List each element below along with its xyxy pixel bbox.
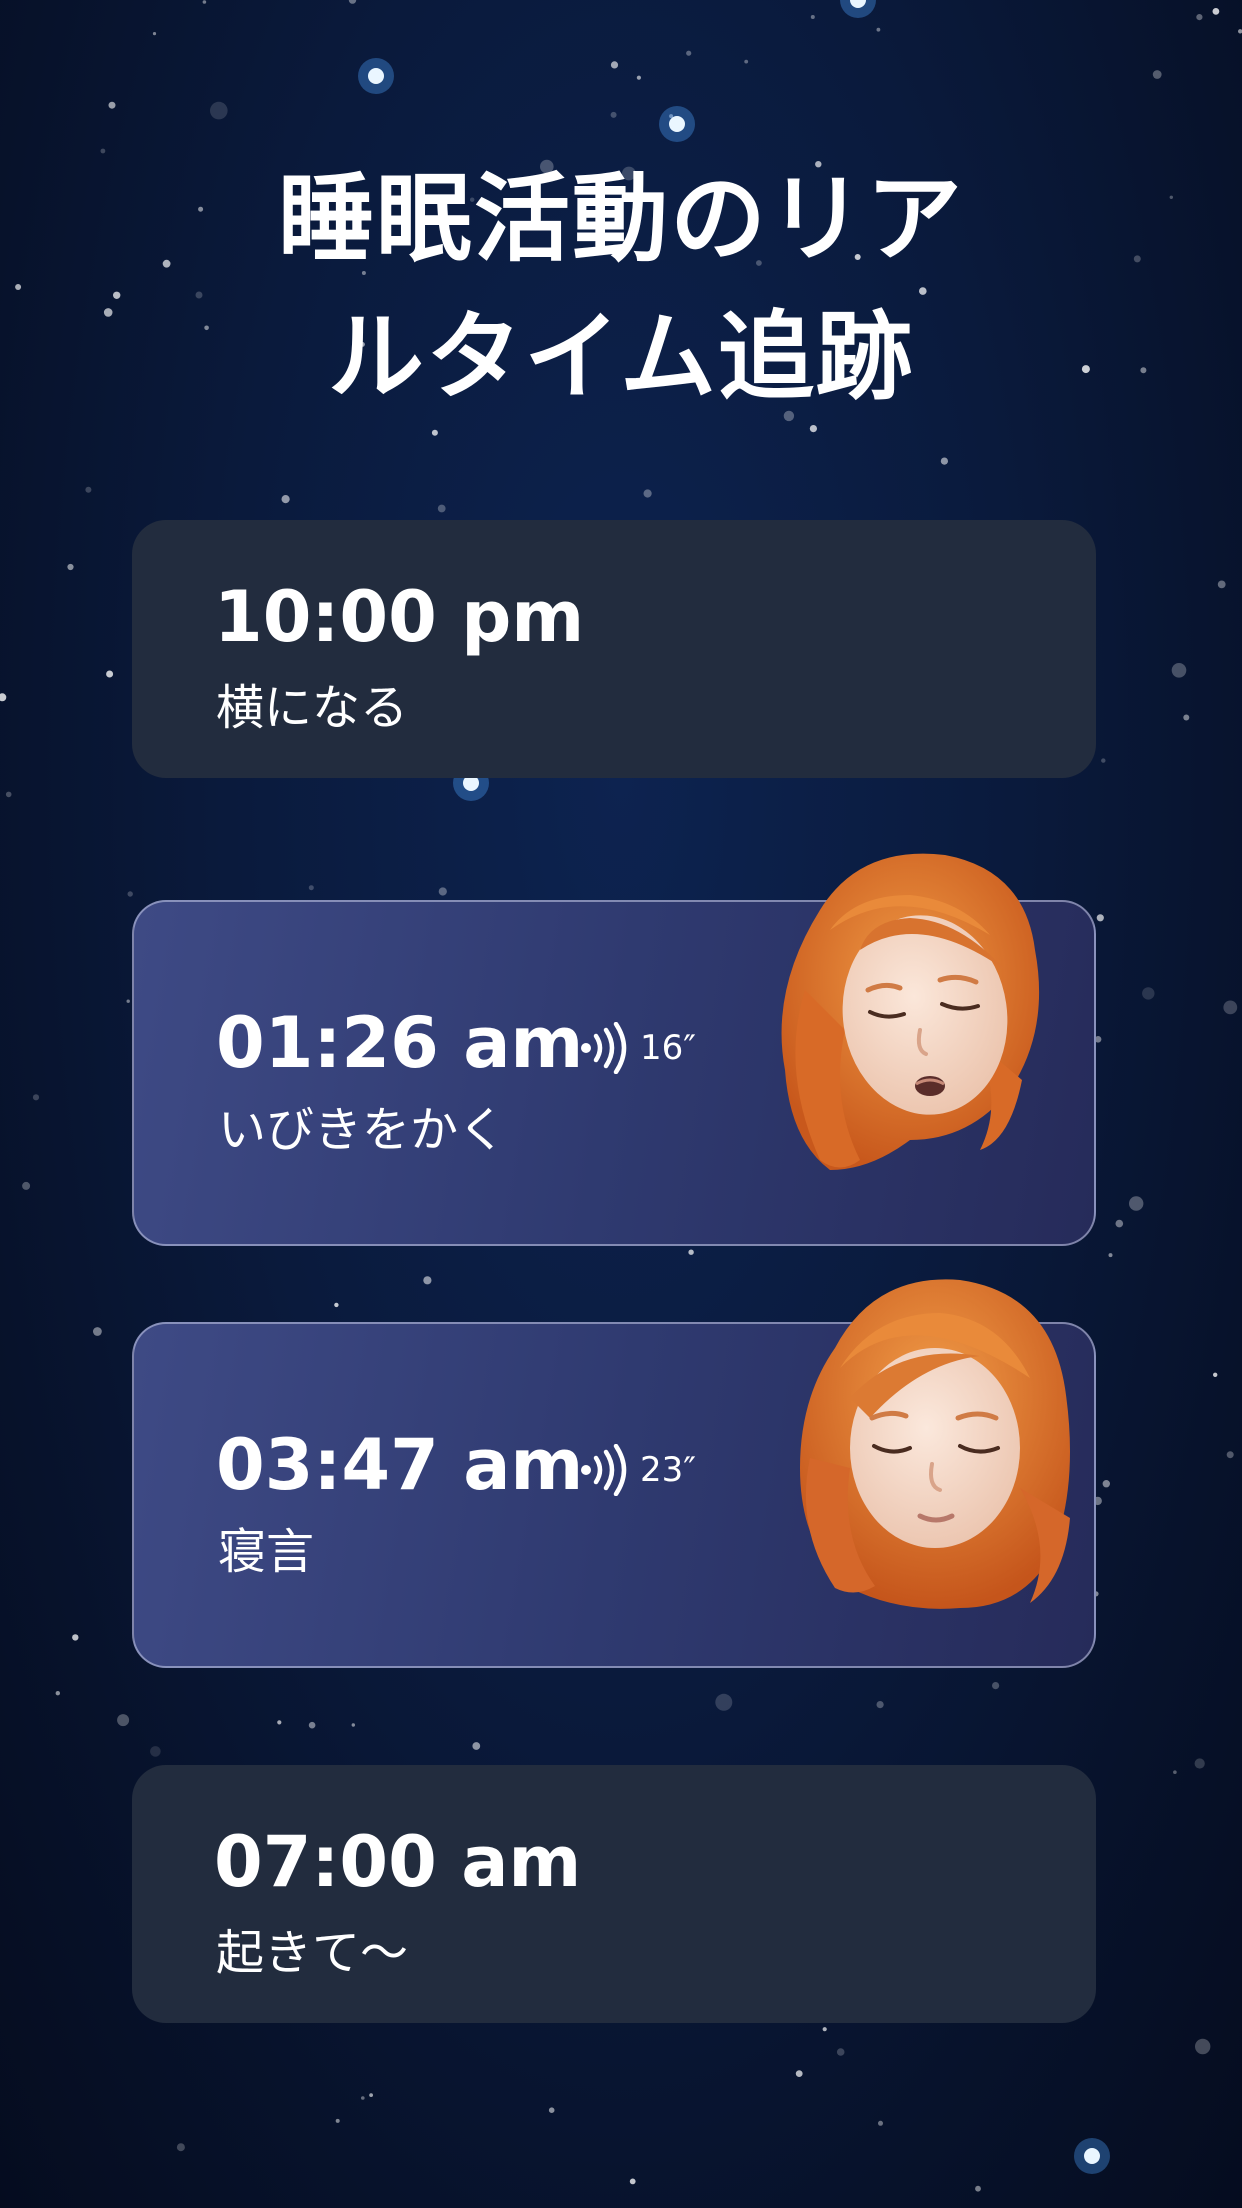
- star: [351, 1723, 355, 1727]
- event-time: 03:47 am: [216, 1424, 584, 1506]
- star: [1096, 914, 1104, 922]
- star: [1223, 1000, 1238, 1015]
- star: [108, 101, 116, 109]
- sound-duration: 23″: [640, 1450, 696, 1490]
- star: [822, 2027, 827, 2032]
- star: [93, 1327, 102, 1336]
- page-title-line-1: 睡眠活動のリア: [278, 163, 964, 275]
- star: [744, 59, 749, 64]
- star: [1142, 987, 1155, 1000]
- star: [610, 111, 617, 118]
- event-time: 07:00 am: [214, 1821, 582, 1903]
- star: [67, 563, 74, 571]
- star: [1195, 2038, 1211, 2055]
- star: [636, 75, 642, 80]
- star: [202, 0, 207, 4]
- star-bright: [1084, 2148, 1100, 2164]
- sound-recording-indicator[interactable]: 16″: [578, 1022, 696, 1074]
- star: [1108, 1253, 1113, 1258]
- star: [85, 486, 92, 493]
- sound-wave-icon: [581, 1444, 627, 1496]
- star: [126, 999, 130, 1003]
- sleep-event-card-wake-up[interactable]: 07:00 am 起きて～: [132, 1765, 1096, 2023]
- star: [72, 1634, 79, 1641]
- event-label: 横になる: [216, 680, 409, 736]
- star: [1238, 29, 1242, 34]
- star: [335, 2118, 340, 2123]
- star: [438, 887, 447, 896]
- event-label: 寝言: [218, 1524, 315, 1580]
- sound-wave-icon: [581, 1022, 627, 1074]
- star: [176, 2143, 185, 2152]
- star: [348, 0, 357, 4]
- star: [686, 50, 692, 56]
- star: [334, 1302, 339, 1308]
- star: [117, 1714, 130, 1727]
- star: [127, 891, 133, 897]
- sound-duration: 16″: [640, 1028, 696, 1068]
- event-time: 01:26 am: [216, 1002, 584, 1084]
- star: [878, 2120, 883, 2126]
- star: [688, 1249, 694, 1255]
- sleeping-avatar-snoring-icon: [781, 853, 1040, 1170]
- star: [431, 429, 438, 436]
- star: [32, 1094, 40, 1101]
- star: [22, 1181, 31, 1190]
- star: [610, 61, 619, 69]
- star: [1171, 663, 1187, 678]
- star: [548, 2107, 555, 2113]
- star: [55, 1691, 60, 1696]
- star: [5, 791, 12, 798]
- star: [1129, 1196, 1144, 1211]
- sleeping-avatar-talking-icon: [800, 1279, 1070, 1609]
- star: [472, 1742, 481, 1750]
- star: [876, 27, 881, 32]
- star: [423, 1276, 432, 1285]
- star: [809, 425, 818, 433]
- star: [1152, 70, 1162, 79]
- star: [281, 495, 290, 504]
- page-title-line-2: ルタイム追跡: [327, 301, 915, 413]
- star: [1226, 1451, 1234, 1459]
- sleep-event-card-lie-down[interactable]: 10:00 pm 横になる: [132, 520, 1096, 778]
- page-title: 睡眠活動のリア ルタイム追跡: [0, 150, 1242, 426]
- star: [940, 457, 949, 465]
- event-label: いびきをかく: [218, 1102, 507, 1158]
- star: [1173, 1770, 1177, 1774]
- star: [369, 2093, 373, 2098]
- star: [876, 1701, 884, 1709]
- star: [1217, 580, 1226, 589]
- star: [975, 2185, 981, 2192]
- event-time: 10:00 pm: [214, 576, 585, 658]
- star: [1101, 758, 1106, 763]
- star: [810, 15, 815, 19]
- star: [836, 2048, 845, 2056]
- star: [150, 1746, 161, 1757]
- star-bright: [669, 116, 685, 132]
- star: [361, 2096, 365, 2100]
- star: [715, 1693, 733, 1711]
- star: [1194, 1758, 1205, 1769]
- star: [795, 2070, 803, 2078]
- star: [106, 670, 114, 678]
- star: [1212, 7, 1220, 15]
- star: [152, 31, 157, 36]
- star: [437, 504, 446, 513]
- star: [643, 489, 652, 498]
- star: [629, 2178, 636, 2185]
- star: [1183, 714, 1190, 721]
- star: [1213, 1372, 1218, 1378]
- star: [0, 693, 7, 702]
- star: [1115, 1219, 1124, 1228]
- star: [277, 1720, 282, 1725]
- star: [992, 1682, 1000, 1690]
- star: [308, 885, 314, 891]
- star: [308, 1721, 316, 1729]
- sound-recording-indicator[interactable]: 23″: [578, 1444, 696, 1496]
- star: [1196, 14, 1203, 21]
- star: [210, 101, 228, 120]
- star-bright: [368, 68, 384, 84]
- star: [1102, 1480, 1111, 1488]
- event-label: 起きて～: [216, 1925, 409, 1981]
